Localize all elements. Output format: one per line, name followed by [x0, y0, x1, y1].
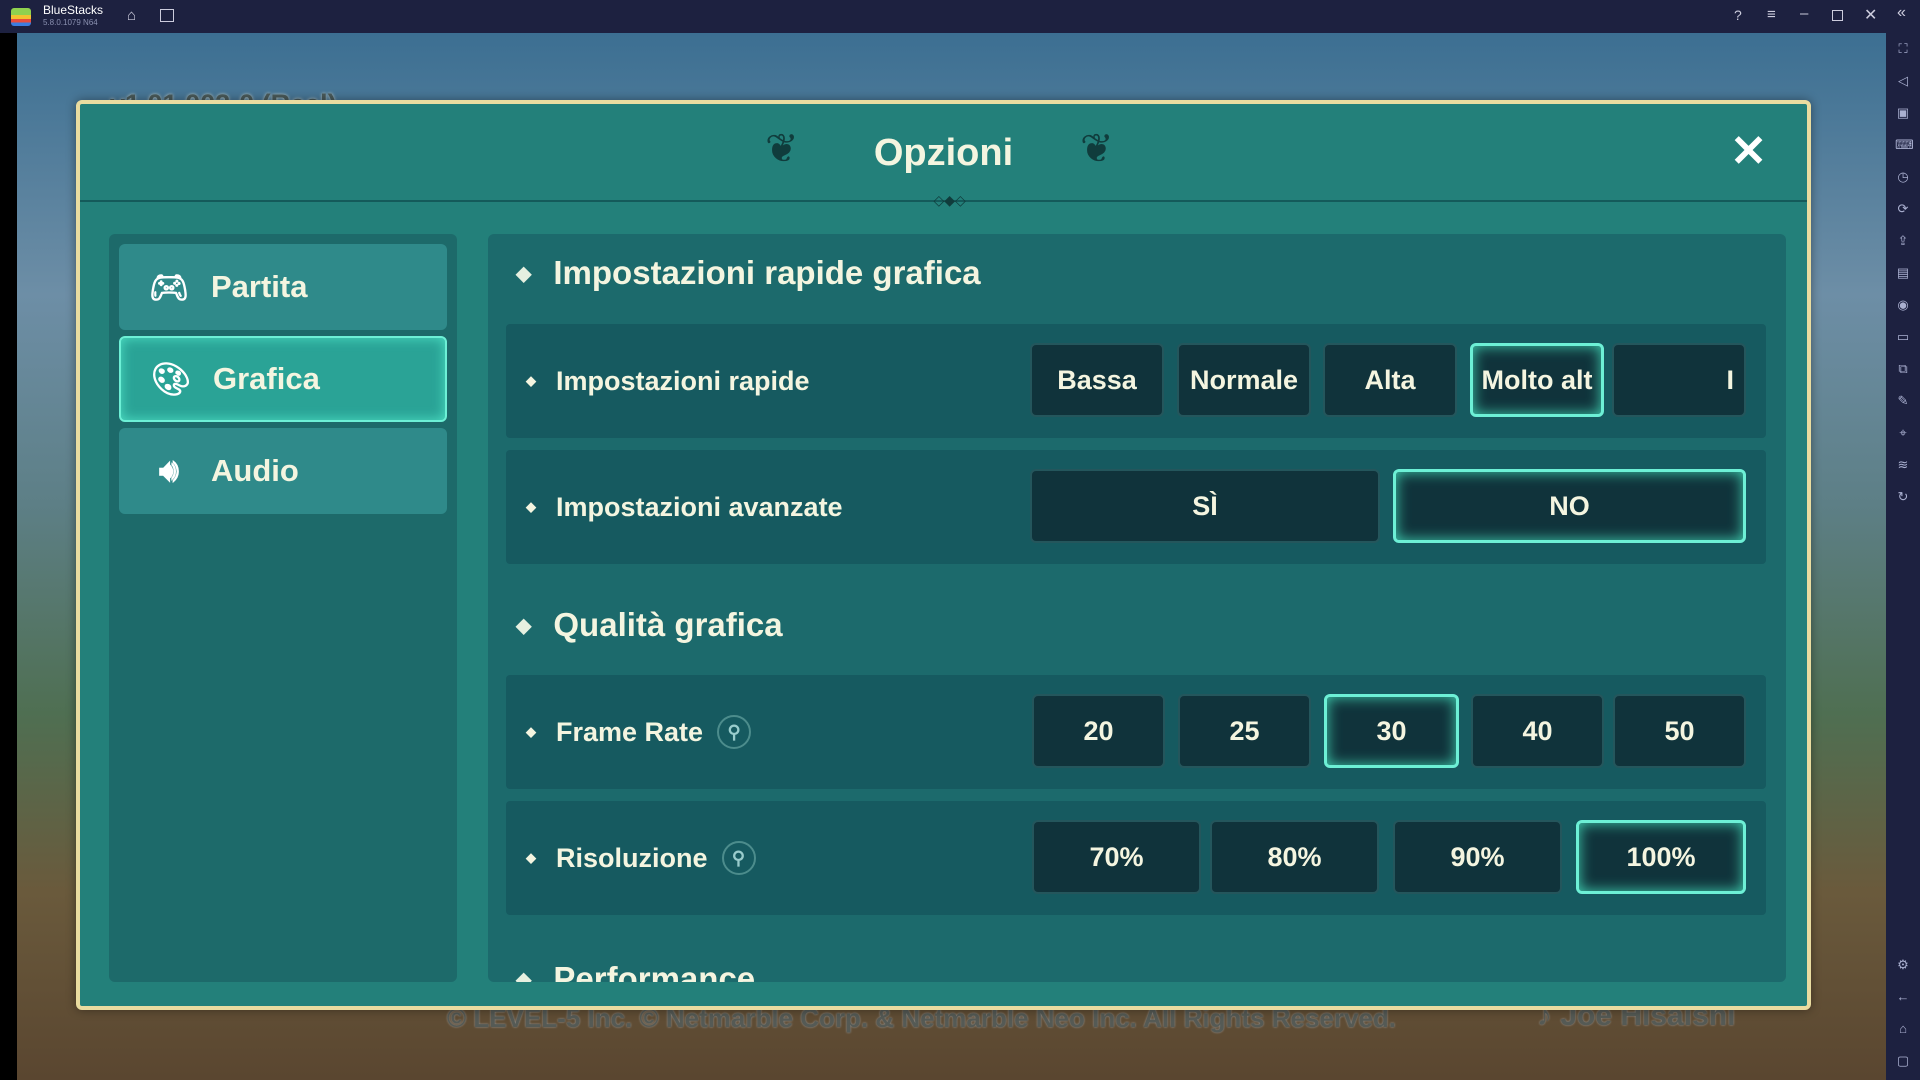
home-icon[interactable]: ⌂ [1895, 1021, 1911, 1037]
keyboard-icon[interactable]: ⌨ [1895, 137, 1914, 153]
diamond-icon: ◆ [526, 724, 536, 739]
row-quick-settings: ◆ Impostazioni rapide Bassa Normale Alta … [506, 324, 1766, 438]
multi-instance-icon[interactable]: ⧉ [1895, 361, 1911, 377]
nav-item-label: Partita [211, 269, 308, 304]
diamond-icon: ◆ [526, 850, 536, 865]
framerate-25-button[interactable]: 25 [1178, 694, 1311, 768]
graphics-settings-panel[interactable]: ◆ Impostazioni rapide grafica ◆ Impostazio… [488, 234, 1786, 982]
close-icon[interactable]: ✕ [1730, 126, 1767, 177]
section-quick-settings: ◆ Impostazioni rapide grafica [516, 254, 981, 292]
divider-ornament-icon: ◇◆◇ [933, 192, 966, 208]
nav-item-label: Audio [211, 453, 299, 488]
row-resolution: ◆ Risoluzione ⚲ 70% 80% 90% 100% [506, 801, 1766, 915]
framerate-30-button[interactable]: 30 [1324, 694, 1459, 768]
row-advanced-settings: ◆ Impostazioni avanzate SÌ NO [506, 450, 1766, 564]
bluestacks-side-toolbar: ⛶ ◁ ▣ ⌨ ◷ ⟳ ⇪ ▤ ◉ ▭ ⧉ ✎ ⌖ ≋ ↻ ⚙ ← ⌂ ▢ [1886, 33, 1920, 1080]
nav-item-audio[interactable]: 🔊︎ Audio [119, 428, 447, 514]
macro-icon[interactable]: ◷ [1895, 169, 1911, 185]
volume-icon[interactable]: ◁ [1895, 73, 1911, 89]
diamond-icon: ◆ [516, 968, 532, 983]
collapse-sidebar-icon[interactable]: « [1897, 4, 1906, 22]
diamond-icon: ◆ [526, 373, 536, 388]
bluestacks-title-bar: BlueStacks 5.8.0.1079 N64 ⌂ ? ≡ – ✕ « [0, 0, 1920, 33]
advanced-no-button[interactable]: NO [1393, 469, 1746, 543]
app-version: 5.8.0.1079 N64 [43, 18, 98, 27]
resolution-80-button[interactable]: 80% [1210, 820, 1379, 894]
row-label: Frame Rate [556, 716, 704, 747]
row-frame-rate: ◆ Frame Rate ⚲ 20 25 30 40 50 [506, 675, 1766, 789]
screenshot-icon[interactable]: ◉ [1895, 297, 1911, 313]
section-performance: ◆ Performance [516, 960, 755, 982]
section-graphics-quality: ◆ Qualità grafica [516, 606, 783, 644]
home-icon[interactable]: ⌂ [127, 7, 136, 24]
nav-item-label: Grafica [213, 361, 320, 396]
gamepad-icon: 🎮︎ [148, 269, 190, 305]
leaf-ornament-right-icon: ❦ [1080, 127, 1114, 171]
eco-mode-icon[interactable]: ✎ [1895, 393, 1911, 409]
help-icon[interactable]: ? [1734, 7, 1742, 23]
quick-normale-button[interactable]: Normale [1177, 343, 1311, 417]
section-title: Qualità grafica [553, 606, 783, 643]
location-icon[interactable]: ⌖ [1895, 425, 1911, 441]
restore-icon[interactable] [1832, 10, 1843, 21]
minimize-icon[interactable]: – [1800, 5, 1808, 22]
diamond-icon: ◆ [516, 262, 532, 285]
folder-icon[interactable]: ▭ [1895, 329, 1911, 345]
bluestacks-logo-icon [11, 8, 31, 26]
nav-item-partita[interactable]: 🎮︎ Partita [119, 244, 447, 330]
search-info-icon[interactable]: ⚲ [717, 715, 752, 749]
install-apk-icon[interactable]: ⇪ [1895, 233, 1911, 249]
resolution-90-button[interactable]: 90% [1393, 820, 1562, 894]
diamond-icon: ◆ [526, 499, 536, 514]
diamond-icon: ◆ [516, 614, 532, 637]
quick-molto-alta-button[interactable]: Molto alt [1470, 343, 1604, 417]
fullscreen-icon[interactable]: ⛶ [1895, 41, 1911, 57]
advanced-yes-button[interactable]: SÌ [1030, 469, 1380, 543]
framerate-20-button[interactable]: 20 [1032, 694, 1165, 768]
framerate-50-button[interactable]: 50 [1613, 694, 1746, 768]
screen-record-icon[interactable]: ▣ [1895, 105, 1911, 121]
search-info-icon[interactable]: ⚲ [721, 841, 756, 875]
speaker-icon: 🔊︎ [158, 452, 180, 488]
recent-apps-icon[interactable]: ▢ [1895, 1053, 1911, 1069]
resolution-70-button[interactable]: 70% [1032, 820, 1201, 894]
layers-icon[interactable]: ≋ [1895, 457, 1911, 473]
row-label: Impostazioni avanzate [556, 491, 843, 522]
quick-next-button[interactable]: I [1612, 343, 1746, 417]
quick-bassa-button[interactable]: Bassa [1030, 343, 1164, 417]
framerate-40-button[interactable]: 40 [1471, 694, 1604, 768]
nav-item-grafica[interactable]: 🎨︎ Grafica [119, 336, 447, 422]
section-title: Impostazioni rapide grafica [553, 254, 981, 291]
app-name: BlueStacks [43, 3, 104, 17]
sync-icon[interactable]: ⟳ [1895, 201, 1911, 217]
options-dialog: ❦ Opzioni ❦ ✕ ◇◆◇ 🎮︎ Partita 🎨︎ Grafica … [76, 100, 1811, 1010]
close-window-icon[interactable]: ✕ [1864, 5, 1877, 25]
back-icon[interactable]: ← [1895, 989, 1911, 1005]
options-nav: 🎮︎ Partita 🎨︎ Grafica 🔊︎ Audio [109, 234, 457, 982]
multi-instance-icon[interactable] [160, 9, 174, 22]
row-label: Impostazioni rapide [556, 365, 810, 396]
menu-icon[interactable]: ≡ [1767, 6, 1776, 23]
section-title: Performance [553, 960, 756, 982]
media-manager-icon[interactable]: ▤ [1895, 265, 1911, 281]
rotate-icon[interactable]: ↻ [1895, 489, 1911, 505]
dialog-title: Opzioni [873, 132, 1014, 174]
palette-icon: 🎨︎ [150, 361, 192, 397]
resolution-100-button[interactable]: 100% [1576, 820, 1746, 894]
quick-alta-button[interactable]: Alta [1323, 343, 1457, 417]
settings-icon[interactable]: ⚙ [1895, 957, 1911, 973]
row-label: Risoluzione [556, 842, 708, 873]
